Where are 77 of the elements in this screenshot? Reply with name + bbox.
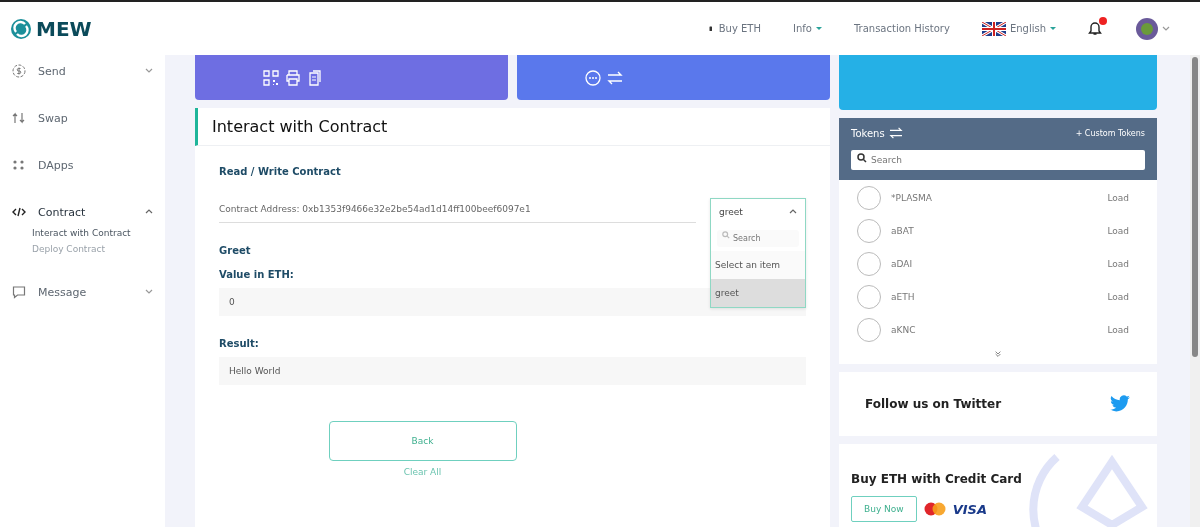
nav-label: Buy ETH [718, 23, 761, 34]
dollar-circle-icon [12, 64, 26, 78]
chevron-down-icon[interactable] [1162, 25, 1170, 32]
input-field[interactable]: Hello World [219, 357, 806, 385]
search-icon [722, 231, 730, 239]
sidebar-item[interactable]: Message [0, 280, 165, 304]
double-chevron-down-icon[interactable] [993, 350, 1003, 358]
tokens-title: Tokens [851, 127, 885, 139]
method-dropdown[interactable]: greet Search Select an item greet [710, 198, 806, 308]
twitter-text: Follow us on Twitter [865, 397, 1002, 411]
dots-icon [12, 158, 26, 172]
load-link[interactable]: Load [1107, 259, 1129, 269]
panel-title: Interact with Contract [195, 108, 830, 146]
token-name: aETH [891, 292, 916, 302]
method-name: Greet [219, 245, 252, 256]
sidebar-item[interactable]: DApps [0, 153, 165, 177]
contract-address: Contract Address: 0xb1353f9466e32e2be54ad1d14ff100beef6097e1 [219, 204, 696, 223]
nav-link[interactable]: English [981, 21, 1056, 36]
load-link[interactable]: Load [1107, 226, 1129, 236]
token-name: *PLASMA [891, 193, 933, 203]
sidebar-item[interactable]: Swap [0, 106, 165, 130]
bird-icon[interactable] [1109, 395, 1131, 413]
dropdown-option[interactable]: greet [711, 279, 805, 307]
submenu-item[interactable]: Interact with Contract [32, 228, 165, 238]
token-name: aBAT [891, 226, 915, 236]
nav-label: Info [793, 23, 812, 34]
caret-icon [815, 27, 822, 30]
sidebar-item[interactable]: Contract [0, 200, 165, 224]
search-icon [857, 153, 867, 163]
visa-logo: VISA [952, 501, 987, 517]
nav-link[interactable]: Buy ETH [706, 23, 761, 34]
field-label: Result: [219, 338, 260, 349]
dropdown-option[interactable]: Select an item [711, 251, 805, 279]
load-link[interactable]: Load [1107, 325, 1129, 335]
arrows-icon [12, 111, 26, 125]
caret-icon [1050, 27, 1056, 30]
logo-text: MEW [36, 16, 92, 41]
chevron-up-icon[interactable] [145, 209, 153, 215]
load-link[interactable]: Load [1107, 193, 1129, 203]
sidebar-label: Message [38, 285, 87, 299]
back-button[interactable]: Back [328, 421, 517, 461]
sidebar-label: DApps [38, 158, 74, 172]
qr-code-icon[interactable] [263, 69, 279, 86]
swap-arrows-icon[interactable] [607, 69, 623, 86]
chat-bubble-icon [12, 285, 26, 299]
buy-card-title: Buy ETH with Credit Card [851, 472, 1023, 486]
copy-icon[interactable] [307, 69, 323, 86]
nav-link[interactable]: Transaction History [853, 23, 950, 34]
ellipsis-circle-icon[interactable] [585, 69, 601, 86]
avatar-icon[interactable] [1136, 17, 1158, 40]
token-name: aKNC [891, 325, 917, 335]
search-field[interactable]: Search [851, 150, 1145, 170]
custom-tokens-link[interactable]: + Custom Tokens [1075, 128, 1145, 138]
flag-icon [981, 21, 1006, 36]
sidebar-label: Swap [38, 111, 68, 125]
sidebar-item[interactable]: Send [0, 59, 165, 83]
nav-link[interactable]: Info [793, 23, 822, 34]
load-link[interactable]: Load [1107, 292, 1129, 302]
card-logo-icon [922, 502, 947, 516]
token-name: aDAI [891, 259, 914, 269]
chevron-down-icon[interactable] [145, 68, 153, 74]
dropdown-value: greet [719, 207, 743, 217]
logo-icon[interactable] [10, 17, 32, 40]
swap-arrows-icon[interactable] [888, 127, 903, 139]
nav-label: English [1009, 23, 1046, 34]
chevron-down-icon[interactable] [145, 289, 153, 295]
sidebar-label: Contract [38, 205, 86, 219]
field-label: Value in ETH: [219, 269, 295, 280]
section-heading: Read / Write Contract [219, 166, 342, 177]
buy-now-button[interactable]: Buy Now [851, 496, 917, 522]
search-field[interactable]: Search [717, 230, 799, 247]
notification-icon[interactable] [1088, 19, 1102, 36]
printer-icon[interactable] [285, 69, 301, 86]
sidebar-label: Send [38, 64, 66, 78]
scrollbar-thumb[interactable] [1192, 57, 1198, 357]
submenu-item[interactable]: Deploy Contract [32, 244, 165, 254]
code-icon [12, 205, 26, 219]
